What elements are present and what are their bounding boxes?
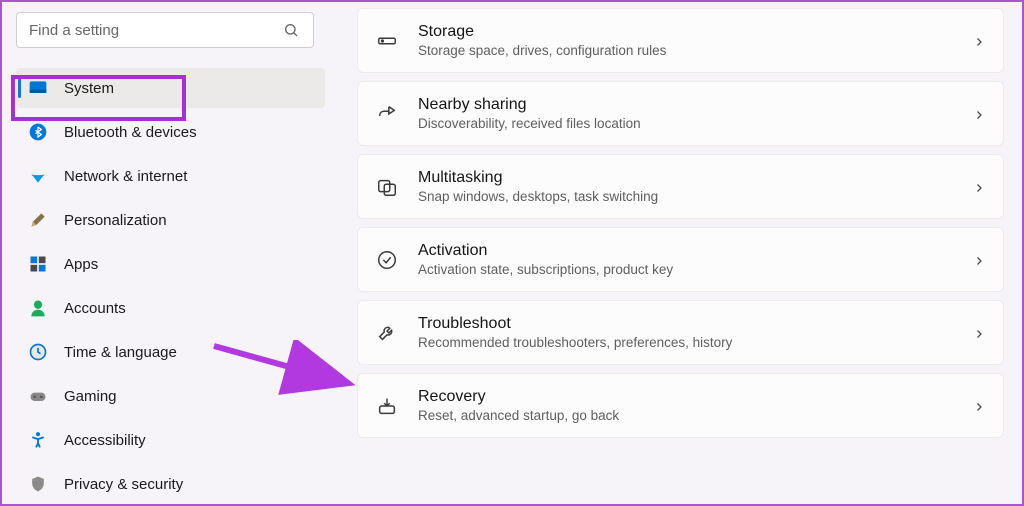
sidebar-item-label: Apps <box>64 256 98 273</box>
sidebar-item-system[interactable]: System <box>16 68 325 108</box>
card-desc: Snap windows, desktops, task switching <box>418 189 953 204</box>
chevron-right-icon <box>973 35 985 47</box>
card-desc: Recommended troubleshooters, preferences… <box>418 335 953 350</box>
sidebar-nav: System Bluetooth & devices Network & int… <box>16 68 325 504</box>
recovery-icon <box>376 395 398 417</box>
privacy-icon <box>28 474 48 494</box>
sidebar-item-label: Gaming <box>64 388 117 405</box>
card-multitasking[interactable]: Multitasking Snap windows, desktops, tas… <box>357 154 1004 219</box>
troubleshoot-icon <box>376 322 398 344</box>
sidebar-item-accessibility[interactable]: Accessibility <box>16 420 325 460</box>
accessibility-icon <box>28 430 48 450</box>
sidebar-item-label: Personalization <box>64 212 167 229</box>
system-icon <box>28 78 48 98</box>
sidebar-item-time-language[interactable]: Time & language <box>16 332 325 372</box>
card-troubleshoot[interactable]: Troubleshoot Recommended troubleshooters… <box>357 300 1004 365</box>
network-icon <box>28 166 48 186</box>
apps-icon <box>28 254 48 274</box>
card-activation[interactable]: Activation Activation state, subscriptio… <box>357 227 1004 292</box>
card-title: Multitasking <box>418 169 953 187</box>
card-title: Activation <box>418 242 953 260</box>
personalization-icon <box>28 210 48 230</box>
sidebar-item-label: System <box>64 80 114 97</box>
card-desc: Discoverability, received files location <box>418 116 953 131</box>
activation-icon <box>376 249 398 271</box>
sidebar-item-privacy[interactable]: Privacy & security <box>16 464 325 504</box>
sidebar-item-label: Bluetooth & devices <box>64 124 197 141</box>
card-desc: Activation state, subscriptions, product… <box>418 262 953 277</box>
card-title: Nearby sharing <box>418 96 953 114</box>
chevron-right-icon <box>973 327 985 339</box>
sidebar-item-label: Network & internet <box>64 168 187 185</box>
card-text: Nearby sharing Discoverability, received… <box>418 96 953 131</box>
sidebar-item-apps[interactable]: Apps <box>16 244 325 284</box>
card-title: Troubleshoot <box>418 315 953 333</box>
card-storage[interactable]: Storage Storage space, drives, configura… <box>357 8 1004 73</box>
time-language-icon <box>28 342 48 362</box>
sidebar-item-label: Time & language <box>64 344 177 361</box>
chevron-right-icon <box>973 181 985 193</box>
bluetooth-icon <box>28 122 48 142</box>
sidebar: System Bluetooth & devices Network & int… <box>2 2 337 504</box>
accounts-icon <box>28 298 48 318</box>
gaming-icon <box>28 386 48 406</box>
nearby-sharing-icon <box>376 103 398 125</box>
card-text: Activation Activation state, subscriptio… <box>418 242 953 277</box>
card-recovery[interactable]: Recovery Reset, advanced startup, go bac… <box>357 373 1004 438</box>
card-desc: Storage space, drives, configuration rul… <box>418 43 953 58</box>
storage-icon <box>376 30 398 52</box>
card-title: Storage <box>418 23 953 41</box>
chevron-right-icon <box>973 400 985 412</box>
sidebar-item-gaming[interactable]: Gaming <box>16 376 325 416</box>
sidebar-item-accounts[interactable]: Accounts <box>16 288 325 328</box>
main-content: Storage Storage space, drives, configura… <box>337 2 1022 504</box>
sidebar-item-label: Accessibility <box>64 432 146 449</box>
card-desc: Reset, advanced startup, go back <box>418 408 953 423</box>
sidebar-item-label: Privacy & security <box>64 476 183 493</box>
chevron-right-icon <box>973 254 985 266</box>
search-input[interactable] <box>16 12 314 48</box>
card-title: Recovery <box>418 388 953 406</box>
card-text: Multitasking Snap windows, desktops, tas… <box>418 169 953 204</box>
search-icon <box>283 22 299 38</box>
search-container <box>16 12 325 48</box>
sidebar-item-bluetooth[interactable]: Bluetooth & devices <box>16 112 325 152</box>
card-nearby-sharing[interactable]: Nearby sharing Discoverability, received… <box>357 81 1004 146</box>
multitasking-icon <box>376 176 398 198</box>
card-text: Storage Storage space, drives, configura… <box>418 23 953 58</box>
card-text: Recovery Reset, advanced startup, go bac… <box>418 388 953 423</box>
chevron-right-icon <box>973 108 985 120</box>
sidebar-item-label: Accounts <box>64 300 126 317</box>
sidebar-item-network[interactable]: Network & internet <box>16 156 325 196</box>
sidebar-item-personalization[interactable]: Personalization <box>16 200 325 240</box>
card-text: Troubleshoot Recommended troubleshooters… <box>418 315 953 350</box>
